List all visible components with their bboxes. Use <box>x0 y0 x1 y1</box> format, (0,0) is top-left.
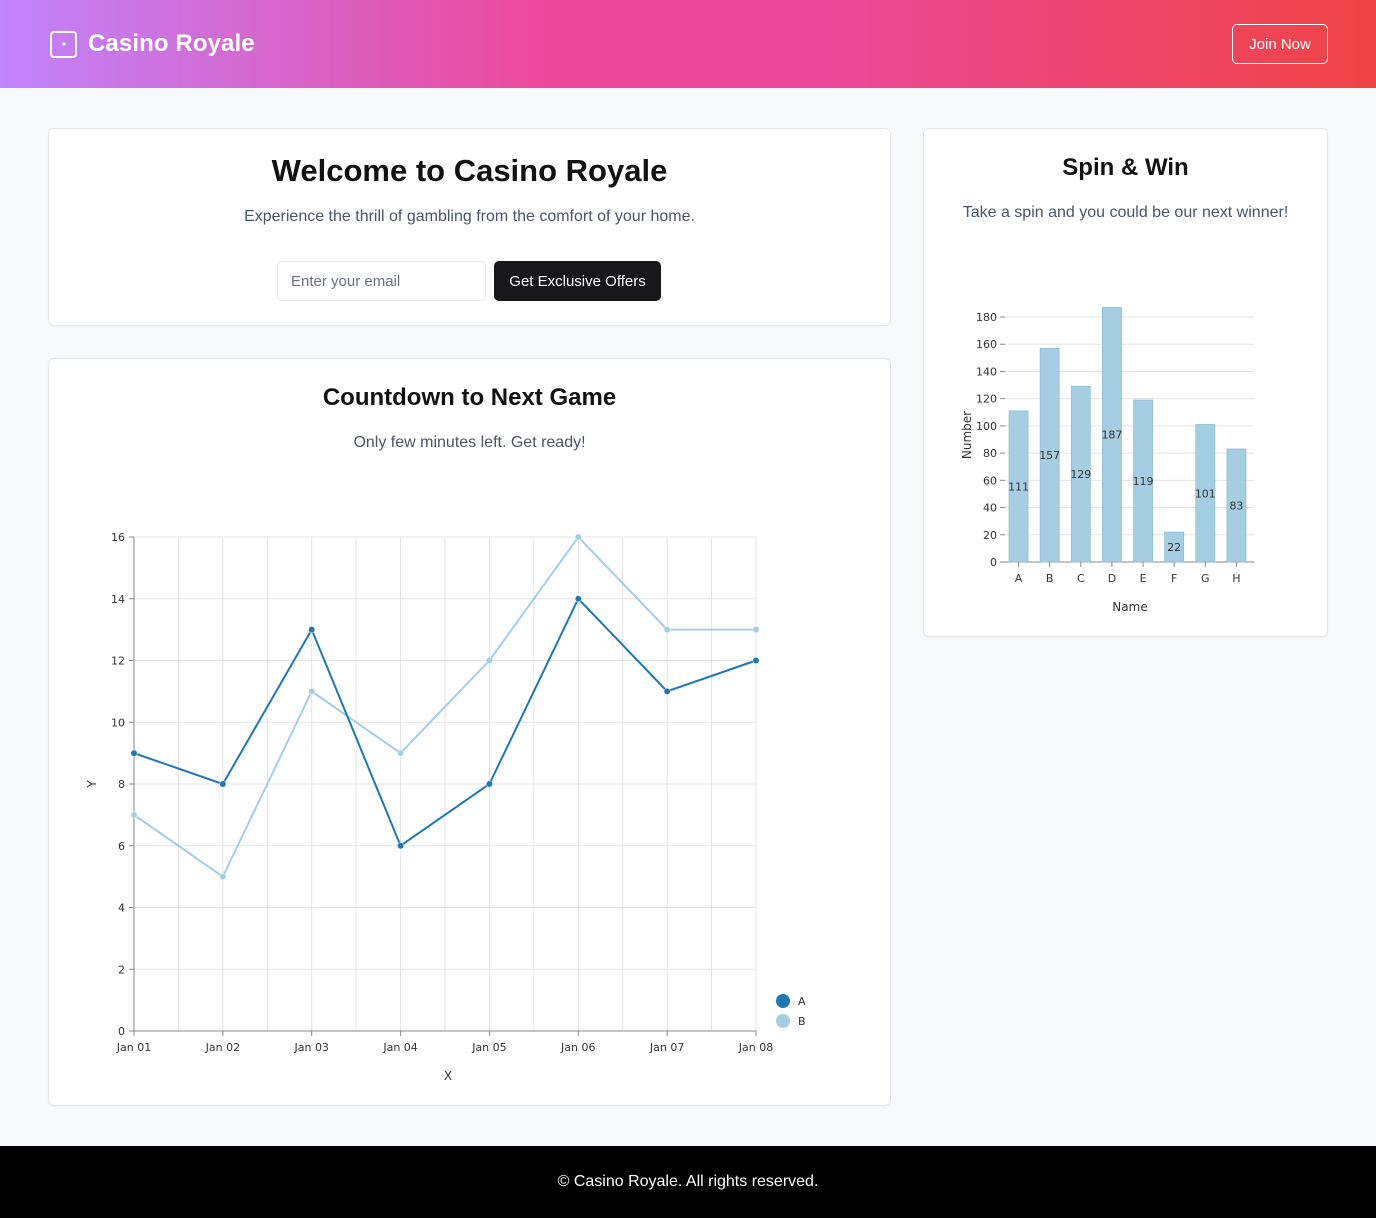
x-tick-label: Jan 01 <box>116 1041 151 1054</box>
bar-b-label: 157 <box>1039 449 1060 462</box>
y-tick-label: 180 <box>976 311 997 324</box>
y-tick-label: 120 <box>976 393 997 406</box>
legend-a-label: A <box>798 995 806 1008</box>
bar-g-label: 101 <box>1195 487 1216 500</box>
series-b-point <box>130 811 138 819</box>
brand[interactable]: Casino Royale <box>50 30 255 58</box>
bar-h-label: 83 <box>1229 500 1243 513</box>
x-tick-label: Jan 06 <box>560 1041 595 1054</box>
x-tick-label: Jan 02 <box>205 1041 240 1054</box>
y-axis-title: Number <box>960 411 974 459</box>
y-tick-label: 20 <box>983 529 997 542</box>
y-tick-label: 0 <box>990 556 997 569</box>
series-b-point <box>219 873 227 881</box>
y-tick-label: 140 <box>976 365 997 378</box>
x-tick-label: Jan 04 <box>382 1041 417 1054</box>
series-b-point <box>752 626 760 634</box>
y-axis-title: Y <box>85 780 99 789</box>
x-axis-title: Name <box>1112 600 1147 614</box>
y-tick-label: 4 <box>118 902 125 915</box>
welcome-card: Welcome to Casino Royale Experience the … <box>48 128 891 326</box>
y-tick-label: 60 <box>983 474 997 487</box>
series-a-point <box>663 687 671 695</box>
y-tick-label: 10 <box>111 716 125 729</box>
bar-c-label: 129 <box>1070 468 1091 481</box>
y-tick-label: 40 <box>983 502 997 515</box>
series-a-point <box>308 626 316 634</box>
series-a-point <box>752 657 760 664</box>
x-tick-label: Jan 08 <box>738 1041 773 1054</box>
line-chart: 0 2 4 6 8 10 12 14 16 Jan 01 Jan 02 Jan 03 Jan 04 Jan… <box>85 531 806 1083</box>
bar-chart: 0 20 40 60 80 100 120 140 160 180 111 A 157 B 129 C 187 D… <box>960 307 1254 614</box>
site-header: Casino Royale Join Now <box>0 0 1376 88</box>
welcome-subtitle: Experience the thrill of gambling from t… <box>244 208 695 225</box>
series-a-point <box>397 842 405 850</box>
welcome-title: Welcome to Casino Royale <box>271 153 668 188</box>
series-b-point <box>308 687 316 695</box>
x-tick-label: B <box>1046 572 1054 585</box>
x-tick-label: G <box>1201 572 1210 585</box>
legend-a-swatch <box>776 994 790 1008</box>
y-tick-label: 14 <box>111 593 125 606</box>
x-tick-label: D <box>1108 572 1116 585</box>
series-a-point <box>130 749 138 757</box>
series-b-point <box>663 626 671 634</box>
y-tick-label: 80 <box>983 447 997 460</box>
series-b-point <box>485 657 493 664</box>
countdown-card: Countdown to Next Game Only few minutes … <box>48 358 891 1106</box>
y-tick-label: 12 <box>111 655 125 668</box>
y-tick-label: 100 <box>976 420 997 433</box>
series-b-point <box>574 533 582 541</box>
series-b-point <box>397 749 405 757</box>
get-exclusive-offers-button[interactable]: Get Exclusive Offers <box>494 261 661 301</box>
x-tick-label: Jan 05 <box>471 1041 506 1054</box>
x-tick-label: F <box>1171 572 1177 585</box>
x-tick-label: A <box>1015 572 1023 585</box>
spin-card: Spin & Win Take a spin and you could be … <box>923 128 1328 637</box>
series-a-point <box>574 595 582 603</box>
y-tick-label: 16 <box>111 531 125 544</box>
x-tick-label: H <box>1232 572 1240 585</box>
x-tick-label: C <box>1077 572 1085 585</box>
series-a-point <box>219 780 227 788</box>
x-tick-label: E <box>1140 572 1147 585</box>
y-tick-label: 160 <box>976 338 997 351</box>
legend-b-label: B <box>798 1015 806 1028</box>
bar-a-label: 111 <box>1008 480 1029 493</box>
legend-b-swatch <box>776 1014 790 1028</box>
dice-icon <box>50 30 77 58</box>
join-now-button[interactable]: Join Now <box>1232 24 1328 64</box>
footer-text: © Casino Royale. All rights reserved. <box>557 1173 819 1190</box>
x-tick-label: Jan 03 <box>293 1041 328 1054</box>
y-tick-label: 2 <box>118 963 125 976</box>
y-tick-label: 6 <box>118 840 125 853</box>
series-a-point <box>485 780 493 788</box>
y-tick-label: 8 <box>118 778 125 791</box>
bar-d-label: 187 <box>1101 429 1122 442</box>
x-axis-title: X <box>444 1069 452 1083</box>
y-tick-label: 0 <box>118 1025 125 1038</box>
email-signup-form: Get Exclusive Offers <box>277 261 661 301</box>
bar-f-label: 22 <box>1167 541 1181 554</box>
site-footer: © Casino Royale. All rights reserved. <box>0 1146 1376 1218</box>
brand-name: Casino Royale <box>88 30 255 57</box>
x-tick-label: Jan 07 <box>649 1041 684 1054</box>
email-input[interactable] <box>277 261 486 301</box>
bar-e-label: 119 <box>1133 475 1154 488</box>
